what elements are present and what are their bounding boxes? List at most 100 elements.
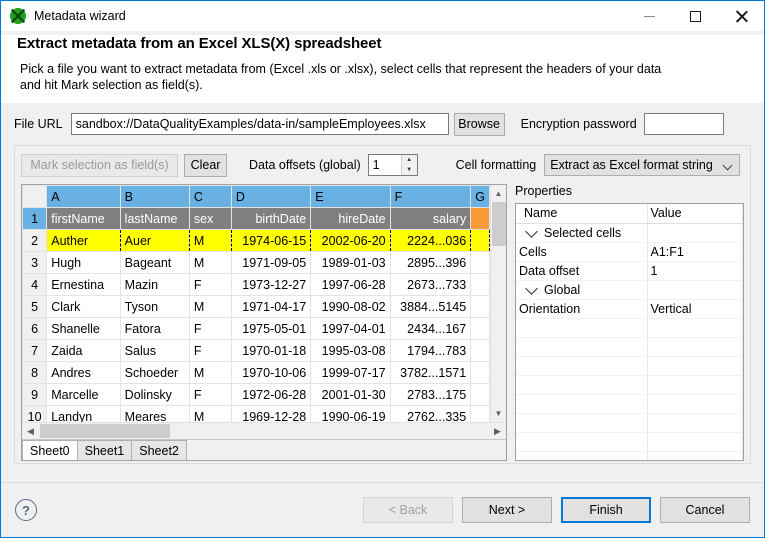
row-header-2[interactable]: 2 xyxy=(23,230,47,252)
grid-cell[interactable]: 2434...167 xyxy=(390,318,471,340)
grid-cell[interactable]: Salus xyxy=(120,340,189,362)
property-group-row[interactable]: Selected cells xyxy=(516,223,743,242)
spreadsheet-grid[interactable]: ABCDEFG1firstNamelastNamesexbirthDatehir… xyxy=(22,185,490,422)
grid-cell[interactable]: 3884...5145 xyxy=(390,296,471,318)
grid-cell[interactable]: Clark xyxy=(47,296,120,318)
table-row[interactable]: 10LandynMearesM1969-12-281990-06-192762.… xyxy=(23,406,490,423)
grid-cell[interactable]: 1999-07-17 xyxy=(311,362,390,384)
help-icon[interactable]: ? xyxy=(15,499,37,521)
grid-cell[interactable] xyxy=(471,384,490,406)
grid-cell[interactable] xyxy=(471,406,490,423)
grid-cell[interactable]: 1975-05-01 xyxy=(231,318,310,340)
grid-cell[interactable]: 1974-06-15 xyxy=(231,230,310,252)
grid-cell[interactable]: Marcelle xyxy=(47,384,120,406)
minimize-button[interactable] xyxy=(626,1,672,31)
grid-cell[interactable]: Bageant xyxy=(120,252,189,274)
table-row[interactable]: 4ErnestinaMazinF1973-12-271997-06-282673… xyxy=(23,274,490,296)
stepper-up-icon[interactable]: ▲ xyxy=(402,155,417,165)
grid-cell[interactable]: salary xyxy=(390,208,471,230)
column-header-f[interactable]: F xyxy=(390,186,471,208)
table-row[interactable]: 8AndresSchoederM1970-10-061999-07-173782… xyxy=(23,362,490,384)
property-group-row[interactable]: Global xyxy=(516,280,743,299)
grid-cell[interactable]: 2673...733 xyxy=(390,274,471,296)
row-header-6[interactable]: 6 xyxy=(23,318,47,340)
sheet-tab-sheet0[interactable]: Sheet0 xyxy=(22,440,78,460)
row-header-7[interactable]: 7 xyxy=(23,340,47,362)
grid-cell[interactable]: 2224...036 xyxy=(390,230,471,252)
grid-cell[interactable]: 3782...1571 xyxy=(390,362,471,384)
scroll-down-icon[interactable]: ▼ xyxy=(491,405,507,422)
grid-cell[interactable]: 1990-06-19 xyxy=(311,406,390,423)
table-row[interactable]: 6ShanelleFatoraF1975-05-011997-04-012434… xyxy=(23,318,490,340)
grid-cell[interactable] xyxy=(471,274,490,296)
property-row[interactable]: OrientationVertical xyxy=(516,299,743,318)
grid-cell[interactable]: 1972-06-28 xyxy=(231,384,310,406)
grid-cell[interactable] xyxy=(471,208,490,230)
row-header-1[interactable]: 1 xyxy=(23,208,47,230)
row-header-8[interactable]: 8 xyxy=(23,362,47,384)
grid-cell[interactable]: Shanelle xyxy=(47,318,120,340)
grid-cell[interactable]: 1990-08-02 xyxy=(311,296,390,318)
grid-cell[interactable]: birthDate xyxy=(231,208,310,230)
row-header-10[interactable]: 10 xyxy=(23,406,47,423)
horizontal-scroll-thumb[interactable] xyxy=(40,424,170,438)
close-button[interactable] xyxy=(718,1,764,31)
property-row[interactable]: Data offset1 xyxy=(516,261,743,280)
scroll-right-icon[interactable]: ▶ xyxy=(489,423,506,440)
browse-button[interactable]: Browse xyxy=(454,113,505,136)
grid-cell[interactable]: Zaida xyxy=(47,340,120,362)
sheet-tab-sheet1[interactable]: Sheet1 xyxy=(77,440,133,460)
grid-cell[interactable] xyxy=(471,296,490,318)
grid-cell[interactable]: F xyxy=(189,318,231,340)
table-row[interactable]: 7ZaidaSalusF1970-01-181995-03-081794...7… xyxy=(23,340,490,362)
grid-cell[interactable]: hireDate xyxy=(311,208,390,230)
grid-cell[interactable]: Ernestina xyxy=(47,274,120,296)
column-header-d[interactable]: D xyxy=(231,186,310,208)
grid-cell[interactable]: firstName xyxy=(47,208,120,230)
grid-horizontal-scrollbar[interactable]: ◀ ▶ xyxy=(22,422,506,439)
grid-cell[interactable]: 1970-10-06 xyxy=(231,362,310,384)
cell-formatting-select[interactable]: Extract as Excel format string xyxy=(544,154,740,176)
grid-cell[interactable]: 1971-04-17 xyxy=(231,296,310,318)
scroll-up-icon[interactable]: ▲ xyxy=(491,185,507,202)
properties-header-row[interactable]: NameValue xyxy=(516,204,743,223)
table-row[interactable]: 2AutherAuerM1974-06-152002-06-202224...0… xyxy=(23,230,490,252)
column-header-a[interactable]: A xyxy=(47,186,120,208)
grid-cell[interactable] xyxy=(471,230,490,252)
grid-cell[interactable]: 2762...335 xyxy=(390,406,471,423)
chevron-down-icon[interactable] xyxy=(525,225,538,238)
finish-button[interactable]: Finish xyxy=(561,497,651,523)
sheet-tab-sheet2[interactable]: Sheet2 xyxy=(131,440,187,460)
grid-cell[interactable]: 1971-09-05 xyxy=(231,252,310,274)
grid-cell[interactable]: Auther xyxy=(47,230,120,252)
grid-cell[interactable]: Fatora xyxy=(120,318,189,340)
grid-cell[interactable]: M xyxy=(189,406,231,423)
cancel-button[interactable]: Cancel xyxy=(660,497,750,523)
grid-cell[interactable]: lastName xyxy=(120,208,189,230)
grid-cell[interactable] xyxy=(471,252,490,274)
grid-cell[interactable]: Schoeder xyxy=(120,362,189,384)
scroll-left-icon[interactable]: ◀ xyxy=(22,423,39,440)
grid-cell[interactable]: Dolinsky xyxy=(120,384,189,406)
column-header-e[interactable]: E xyxy=(311,186,390,208)
properties-table[interactable]: NameValueSelected cellsCellsA1:F1Data of… xyxy=(516,204,743,461)
column-header-b[interactable]: B xyxy=(120,186,189,208)
grid-cell[interactable]: Mazin xyxy=(120,274,189,296)
grid-cell[interactable]: Hugh xyxy=(47,252,120,274)
table-row[interactable]: 5ClarkTysonM1971-04-171990-08-023884...5… xyxy=(23,296,490,318)
grid-cell[interactable]: Auer xyxy=(120,230,189,252)
grid-cell[interactable]: 2001-01-30 xyxy=(311,384,390,406)
chevron-down-icon[interactable] xyxy=(525,282,538,295)
grid-cell[interactable]: 1973-12-27 xyxy=(231,274,310,296)
grid-cell[interactable]: M xyxy=(189,252,231,274)
grid-cell[interactable]: Meares xyxy=(120,406,189,423)
grid-cell[interactable]: 1970-01-18 xyxy=(231,340,310,362)
grid-cell[interactable]: 1997-04-01 xyxy=(311,318,390,340)
file-url-input[interactable]: sandbox://DataQualityExamples/data-in/sa… xyxy=(71,113,449,135)
grid-cell[interactable]: sex xyxy=(189,208,231,230)
table-row[interactable]: 9MarcelleDolinskyF1972-06-282001-01-3027… xyxy=(23,384,490,406)
stepper-down-icon[interactable]: ▼ xyxy=(402,165,417,175)
stepper-arrows[interactable]: ▲ ▼ xyxy=(401,155,417,175)
grid-cell[interactable]: F xyxy=(189,274,231,296)
next-button[interactable]: Next > xyxy=(462,497,552,523)
